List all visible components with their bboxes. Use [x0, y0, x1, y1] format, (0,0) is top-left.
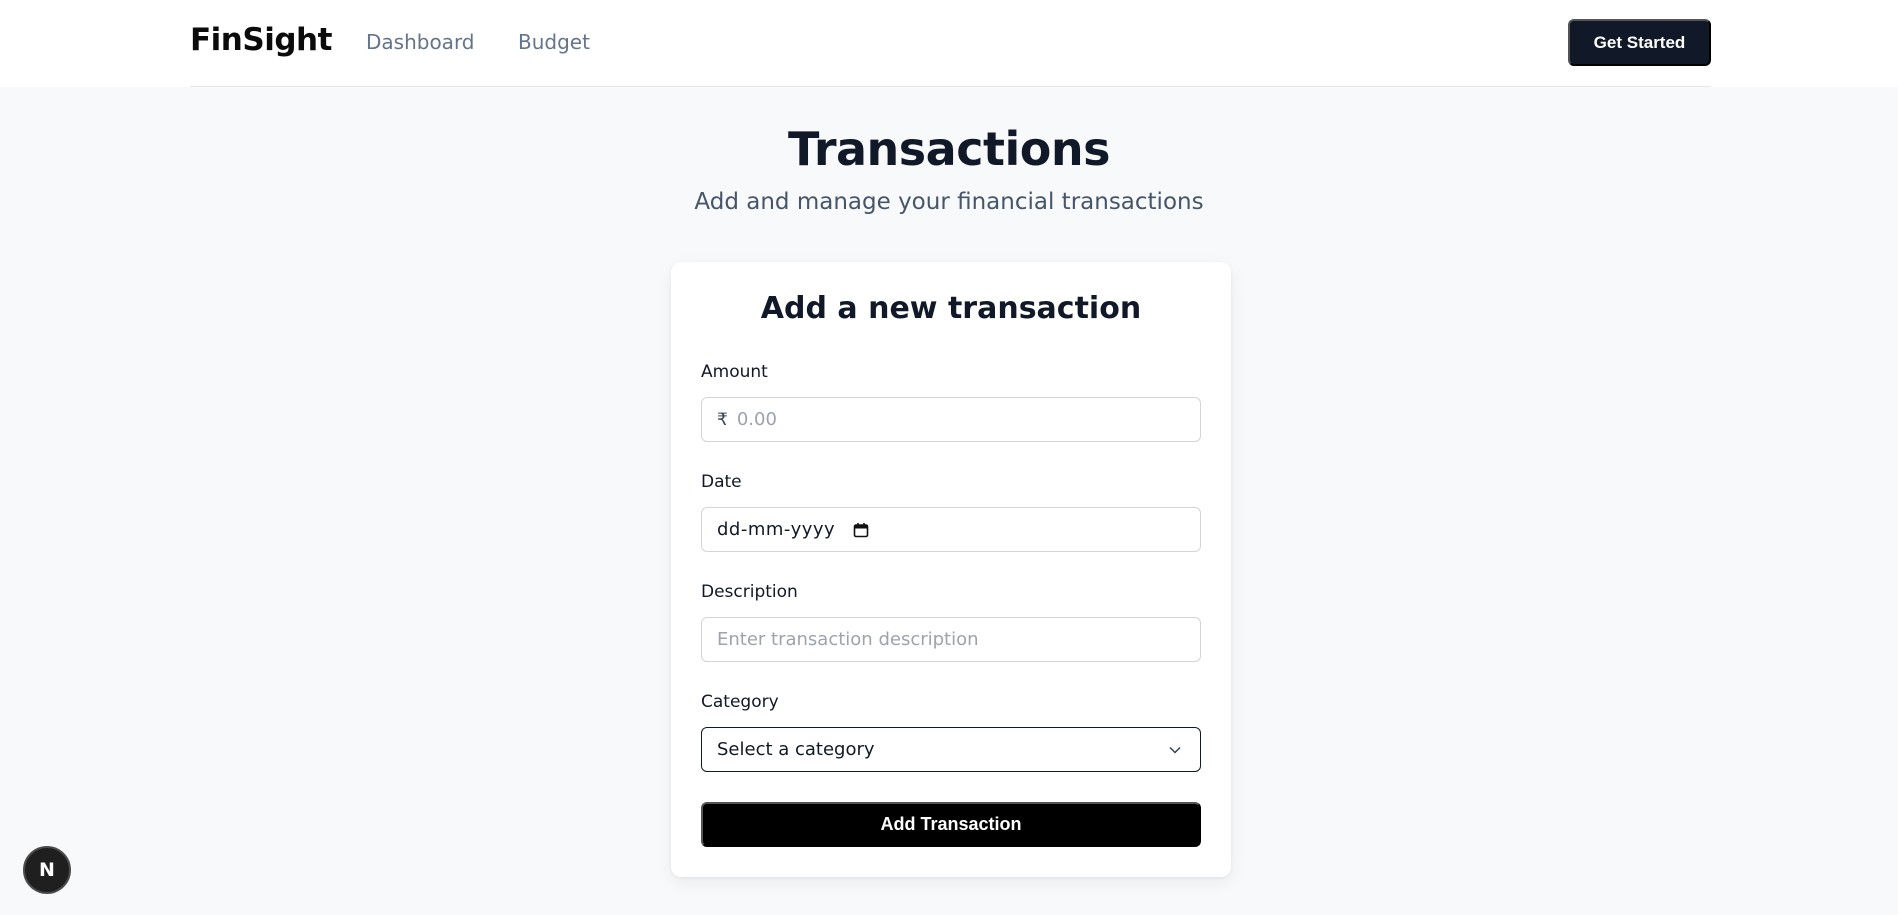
amount-input[interactable]: ₹ 0.00	[701, 397, 1201, 442]
category-select[interactable]: Select a category	[701, 727, 1201, 772]
description-label: Description	[701, 582, 798, 602]
navbar-divider	[190, 86, 1711, 87]
page-subtitle: Add and manage your financial transactio…	[694, 189, 1204, 215]
chevron-down-icon	[1168, 743, 1182, 757]
form-title: Add a new transaction	[760, 291, 1142, 326]
nav-link-budget[interactable]: Budget	[518, 30, 590, 54]
category-selected-value: Select a category	[717, 739, 875, 760]
get-started-button[interactable]: Get Started	[1568, 19, 1711, 66]
calendar-icon[interactable]	[853, 522, 869, 538]
category-label: Category	[701, 692, 779, 712]
amount-placeholder: 0.00	[736, 409, 777, 430]
nextjs-dev-badge[interactable]: N	[23, 846, 71, 894]
currency-symbol: ₹	[717, 409, 728, 430]
brand-logo[interactable]: FinSight	[190, 22, 332, 58]
add-transaction-card: Add a new transaction Amount ₹ 0.00 Date…	[671, 262, 1231, 877]
top-navbar: FinSight Dashboard Budget Get Started	[0, 0, 1898, 87]
date-label: Date	[701, 472, 742, 492]
description-input[interactable]: Enter transaction description	[701, 617, 1201, 662]
add-transaction-button[interactable]: Add Transaction	[701, 802, 1201, 847]
nav-link-dashboard[interactable]: Dashboard	[366, 30, 475, 54]
amount-label: Amount	[701, 362, 768, 382]
date-input[interactable]: dd-mm-yyyy	[701, 507, 1201, 552]
page-title: Transactions	[788, 122, 1110, 176]
date-value: dd-mm-yyyy	[717, 519, 836, 540]
description-placeholder: Enter transaction description	[717, 629, 979, 650]
nextjs-logo-icon: N	[39, 859, 55, 881]
